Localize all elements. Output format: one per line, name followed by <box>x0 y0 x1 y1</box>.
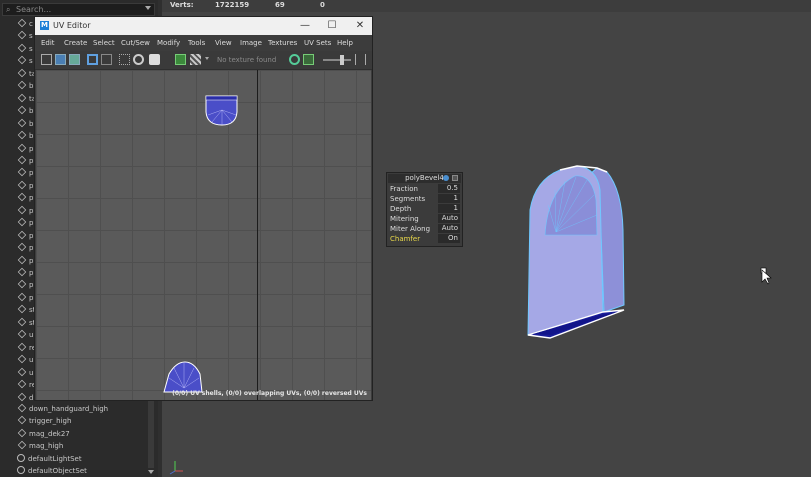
poly-bevel-panel: polyBevel4 Fraction 0.5 Segments 1 Depth 1 Mit… <box>386 172 463 247</box>
bevel-attr-label: Depth <box>390 205 412 213</box>
uv-toggle-icon[interactable] <box>69 54 80 65</box>
uv-toolbar: No texture found <box>35 51 372 70</box>
uv-shell-bottom[interactable] <box>163 361 203 393</box>
bevel-attr-row: Segments 1 <box>389 194 462 204</box>
bevel-attr-row: Fraction 0.5 <box>389 184 462 194</box>
checker-icon[interactable] <box>190 54 201 65</box>
uv-shell-icon[interactable] <box>55 54 66 65</box>
menu-help[interactable]: Help <box>337 39 353 47</box>
bevel-attr-label: Miter Along <box>390 225 431 233</box>
bevel-attr-value[interactable]: 1 <box>438 204 460 213</box>
grid-toggle-icon[interactable] <box>119 54 130 65</box>
menu-tools[interactable]: Tools <box>188 39 205 47</box>
bevel-attr-row: Miter Along Auto <box>389 224 462 234</box>
bevel-attr-value[interactable]: 1 <box>438 194 460 203</box>
expand-icon[interactable] <box>355 54 366 65</box>
uv-canvas[interactable]: (0/0) UV shells, (0/0) overlapping UVs, … <box>36 70 371 400</box>
window-title: UV Editor <box>53 21 91 30</box>
menu-select[interactable]: Select <box>93 39 115 47</box>
uv-editor-window[interactable]: M UV Editor — ☐ ✕ Edit Create Select Cut… <box>34 16 373 401</box>
minimize-button[interactable]: — <box>298 19 312 33</box>
menu-modify[interactable]: Modify <box>157 39 180 47</box>
axis-gizmo <box>169 461 183 475</box>
menu-view[interactable]: View <box>215 39 232 47</box>
bevel-attr-label: Fraction <box>390 185 418 193</box>
uv-shell-top[interactable] <box>205 95 238 126</box>
menu-edit[interactable]: Edit <box>41 39 55 47</box>
snap-icon[interactable] <box>133 54 144 65</box>
bevel-attr-label: Chamfer <box>390 235 421 243</box>
texture-status: No texture found <box>217 56 277 64</box>
uv-shells[interactable] <box>36 70 371 400</box>
close-icon[interactable] <box>452 175 458 181</box>
menu-bar: Edit Create Select Cut/Sew Modify Tools … <box>35 36 372 50</box>
mouse-cursor-icon <box>760 267 772 285</box>
uv-status-line: (0/0) UV shells, (0/0) overlapping UVs, … <box>172 390 367 397</box>
menu-textures[interactable]: Textures <box>268 39 297 47</box>
uv-grid-icon[interactable] <box>41 54 52 65</box>
uv-editor-titlebar[interactable]: M UV Editor — ☐ ✕ <box>35 17 372 35</box>
menu-create[interactable]: Create <box>64 39 87 47</box>
bevel-attr-row: Mitering Auto <box>389 214 462 224</box>
bevel-panel-title[interactable]: polyBevel4 <box>388 174 461 183</box>
maya-logo-icon: M <box>40 21 49 30</box>
settings-icon[interactable] <box>443 175 449 181</box>
chevron-down-icon[interactable] <box>205 57 209 60</box>
bevel-attr-value[interactable]: On <box>438 234 460 243</box>
menu-uv-sets[interactable]: UV Sets <box>304 39 331 47</box>
maximize-button[interactable]: ☐ <box>325 19 339 33</box>
close-button[interactable]: ✕ <box>353 19 367 33</box>
texture-display-icon[interactable] <box>175 54 186 65</box>
menu-image[interactable]: Image <box>240 39 262 47</box>
image-toggle-icon[interactable] <box>303 54 314 65</box>
zoom-slider-handle[interactable] <box>340 55 344 65</box>
camera-icon[interactable] <box>149 54 160 65</box>
bevel-attr-label: Mitering <box>390 215 419 223</box>
menu-cut-sew[interactable]: Cut/Sew <box>121 39 150 47</box>
bevel-attr-value[interactable]: Auto <box>438 214 460 223</box>
bevel-attr-value[interactable]: 0.5 <box>438 184 460 193</box>
bevel-attr-row: Chamfer On <box>389 234 462 244</box>
exposure-icon[interactable] <box>289 54 300 65</box>
beveled-mesh-object[interactable] <box>527 165 625 339</box>
bevel-title-text: polyBevel4 <box>405 174 444 182</box>
bevel-attr-label: Segments <box>390 195 426 203</box>
zoom-slider[interactable] <box>323 59 351 61</box>
frame-all-icon[interactable] <box>87 54 98 65</box>
bevel-attr-value[interactable]: Auto <box>438 224 460 233</box>
bevel-attr-row: Depth 1 <box>389 204 462 214</box>
frame-selected-icon[interactable] <box>101 54 112 65</box>
